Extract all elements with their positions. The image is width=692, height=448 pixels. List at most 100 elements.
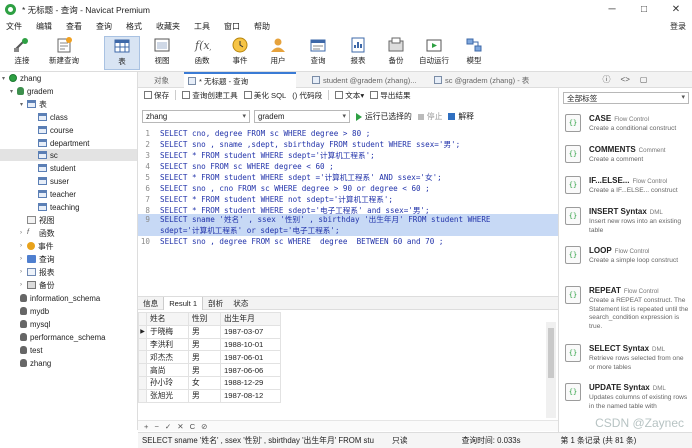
toolbar-event-button[interactable]: 事件	[222, 36, 258, 70]
database-select[interactable]: gradem ▾	[254, 110, 350, 123]
toolbar-query-button[interactable]: 查询	[300, 36, 336, 70]
tab-sc-table[interactable]: sc @gradem (zhang) - 表	[430, 72, 556, 88]
database-icon	[20, 307, 27, 315]
table-row[interactable]: 高尚 男 1987-06-06	[138, 363, 281, 377]
toolbar-report-button[interactable]: 报表	[340, 36, 376, 70]
beautify-sql-button[interactable]: 美化 SQL	[243, 90, 286, 101]
snippet-case[interactable]: {} CASE Flow Control Create a conditional c…	[563, 114, 691, 144]
code-line: 5 SELECT * FROM student WHERE sdept ='计算机…	[145, 173, 442, 182]
sql-editor[interactable]: 1 SELECT cno, degree FROM sc WHERE degree…	[138, 126, 558, 296]
toolbar-new-query-button[interactable]: 新建查询	[46, 36, 82, 70]
menu-edit[interactable]: 编辑	[30, 21, 60, 32]
menu-tools[interactable]: 工具	[188, 21, 218, 32]
stop-button[interactable]: 停止	[417, 111, 442, 122]
tab-profile[interactable]: 剖析	[203, 297, 228, 310]
tab-result-1[interactable]: Result 1	[163, 296, 204, 310]
toolbar-model-button[interactable]: 模型	[456, 36, 492, 70]
minimize-button[interactable]: ─	[596, 0, 628, 19]
snippet-tag-filter[interactable]: 全部标签 ▾	[563, 92, 689, 104]
toolbar-connect-button[interactable]: 连接	[4, 36, 40, 70]
menu-favorites[interactable]: 收藏夹	[150, 21, 188, 32]
code-line-selected: sdept='计算机工程系' or sdept='电子工程系';	[138, 225, 558, 236]
preview-icon[interactable]: ▢	[640, 75, 648, 84]
save-button[interactable]: 保存	[144, 90, 169, 101]
toolbar-user-button[interactable]: 用户	[260, 36, 296, 70]
snippet-repeat[interactable]: {} REPEAT Flow Control Create a REPEAT cons…	[563, 286, 691, 342]
tree-item-teacher[interactable]: teacher	[38, 188, 76, 200]
snippet-select[interactable]: {} SELECT Syntax DML Retrieve rows selected…	[563, 344, 691, 382]
delete-record-button[interactable]: −	[154, 422, 158, 431]
toolbar-function-button[interactable]: f(x) 函数	[184, 36, 220, 70]
snippet-insert[interactable]: {} INSERT Syntax DML Insert new rows into a…	[563, 207, 691, 247]
maximize-button[interactable]: □	[628, 0, 660, 19]
info-icon[interactable]: ⓘ	[603, 74, 611, 85]
toolbar-automation-button[interactable]: 自动运行	[416, 36, 452, 70]
menu-window[interactable]: 窗口	[218, 21, 248, 32]
column-header[interactable]: 姓名	[146, 312, 189, 326]
close-button[interactable]: ✕	[660, 0, 692, 19]
tree-item-functions[interactable]: › f 函数	[20, 227, 55, 239]
column-header[interactable]: 出生年月	[220, 312, 281, 326]
snippet-if-else[interactable]: {} IF...ELSE... Flow Control Create a IF...…	[563, 176, 691, 206]
tree-item-reports[interactable]: › 报表	[20, 266, 55, 278]
menu-format[interactable]: 格式	[120, 21, 150, 32]
tab-untitled-query[interactable]: * 无标题 - 查询	[184, 72, 296, 88]
tree-item-information-schema[interactable]: information_schema	[20, 292, 100, 304]
tree-item-connection-zhang[interactable]: ▾ zhang	[2, 72, 41, 84]
explain-button[interactable]: 解释	[448, 111, 474, 122]
snippet-comments[interactable]: {} COMMENTS Comment Create a comment	[563, 145, 691, 175]
toolbar-view-button[interactable]: 视图	[144, 36, 180, 70]
tab-info[interactable]: 信息	[138, 297, 163, 310]
code-snippet-button[interactable]: () 代码段	[292, 90, 322, 101]
watermark: CSDN @Zaynec	[595, 416, 684, 430]
tree-item-tables-folder[interactable]: ▾ 表	[20, 98, 47, 110]
connection-select[interactable]: zhang ▾	[142, 110, 250, 123]
login-link[interactable]: 登录	[670, 21, 686, 32]
toolbar-backup-button[interactable]: 备份	[378, 36, 414, 70]
result-scrollbar[interactable]	[546, 322, 556, 418]
code-snippet-icon[interactable]: <>	[621, 75, 630, 84]
tree-item-performance-schema[interactable]: performance_schema	[20, 331, 105, 343]
tree-item-views[interactable]: 视图	[27, 214, 55, 226]
tree-item-queries[interactable]: › 查询	[20, 253, 55, 265]
stop-loading-button[interactable]: ⊘	[201, 422, 207, 431]
tree-item-student[interactable]: student	[38, 162, 76, 174]
tree-item-test[interactable]: test	[20, 344, 43, 356]
tree-item-backups[interactable]: › 备份	[20, 279, 55, 291]
table-row[interactable]: 李洪利 男 1988-10-01	[138, 337, 281, 352]
menu-query[interactable]: 查询	[90, 21, 120, 32]
tree-item-suser[interactable]: suser	[38, 175, 69, 187]
tree-item-mydb[interactable]: mydb	[20, 305, 49, 317]
query-builder-button[interactable]: 查询创建工具	[182, 90, 238, 101]
snippet-loop[interactable]: {} LOOP Flow Control Create a simple loop c…	[563, 246, 691, 286]
tree-item-zhang-db[interactable]: zhang	[20, 357, 51, 369]
table-row[interactable]: 孙小玲 女 1988-12-29	[138, 375, 281, 390]
tab-student-table[interactable]: student @gradem (zhang)...	[308, 72, 430, 88]
run-selected-button[interactable]: 运行已选择的	[356, 111, 412, 122]
add-record-button[interactable]: +	[144, 422, 148, 431]
menu-help[interactable]: 帮助	[248, 21, 278, 32]
tab-status[interactable]: 状态	[228, 297, 253, 310]
tree-item-department[interactable]: department	[38, 137, 89, 149]
tree-item-teaching[interactable]: teaching	[38, 201, 79, 213]
menu-view[interactable]: 查看	[60, 21, 90, 32]
column-header[interactable]: 性别	[188, 312, 221, 326]
tree-item-events[interactable]: › 事件	[20, 240, 54, 252]
discard-changes-button[interactable]: ✕	[177, 422, 183, 431]
tree-item-gradem[interactable]: ▾ gradem	[10, 85, 53, 97]
toolbar-table-button[interactable]: 表	[104, 36, 140, 70]
menu-file[interactable]: 文件	[0, 21, 30, 32]
text-button[interactable]: 文本 ▾	[335, 90, 364, 101]
table-row[interactable]: ▶ 于晓梅 男 1987-03-07	[138, 324, 281, 339]
tab-objects[interactable]: 对象	[150, 72, 184, 88]
scrollbar-thumb[interactable]	[548, 328, 554, 378]
tree-item-class[interactable]: class	[38, 111, 68, 123]
tree-item-course[interactable]: course	[38, 124, 73, 136]
table-row[interactable]: 张旭光 男 1987-08-12	[138, 388, 281, 403]
tree-item-mysql[interactable]: mysql	[20, 318, 50, 330]
refresh-button[interactable]: C	[190, 422, 195, 431]
export-results-button[interactable]: 导出结果	[370, 90, 411, 101]
tree-item-sc[interactable]: sc	[0, 149, 137, 161]
table-row[interactable]: 邓杰杰 男 1987-06-01	[138, 350, 281, 365]
apply-changes-button[interactable]: ✓	[165, 422, 171, 431]
